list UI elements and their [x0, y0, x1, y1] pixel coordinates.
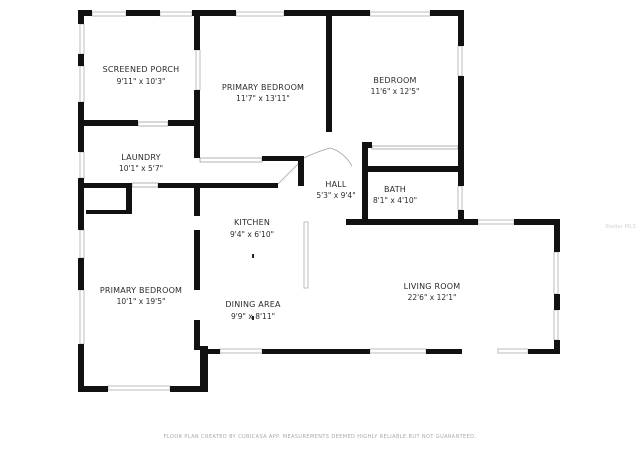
hall-name: HALL — [325, 180, 347, 189]
screened-porch-name: SCREENED PORCH — [103, 65, 180, 74]
kitchen-dims: 9'4" x 6'10" — [230, 230, 274, 239]
doors — [131, 121, 459, 188]
screened-porch-dims: 9'11" x 10'3" — [117, 77, 166, 86]
kitchen-fixture — [252, 254, 254, 258]
hall-dims: 5'3" x 9'4" — [316, 191, 355, 200]
laundry-dims: 10'1" x 5'7" — [119, 164, 163, 173]
bedroom-name: BEDROOM — [373, 76, 416, 85]
floor-plan: SCREENED PORCH 9'11" x 10'3" PRIMARY BED… — [78, 10, 636, 440]
primary-bedroom-bottom-name: PRIMARY BEDROOM — [100, 286, 182, 295]
bath-dims: 8'1" x 4'10" — [373, 196, 417, 205]
living-room-dims: 22'6" x 12'1" — [408, 293, 457, 302]
dining-area-dims: 9'9" x 8'11" — [231, 312, 275, 321]
bedroom-dims: 11'6" x 12'5" — [371, 87, 420, 96]
room-labels: SCREENED PORCH 9'11" x 10'3" PRIMARY BED… — [100, 65, 461, 321]
primary-bedroom-top-name: PRIMARY BEDROOM — [222, 83, 304, 92]
laundry-name: LAUNDRY — [121, 153, 160, 162]
bath-name: BATH — [384, 185, 406, 194]
living-room-name: LIVING ROOM — [404, 282, 461, 291]
watermark: Stellar MLS — [605, 224, 636, 230]
primary-bedroom-bottom-dims: 10'1" x 19'5" — [117, 297, 166, 306]
kitchen-name: KITCHEN — [234, 218, 270, 227]
primary-bedroom-top-dims: 11'7" x 13'11" — [236, 94, 290, 103]
footer-note: FLOOR PLAN CREATED BY CUBICASA APP. MEAS… — [164, 434, 477, 440]
dining-area-name: DINING AREA — [225, 300, 281, 309]
